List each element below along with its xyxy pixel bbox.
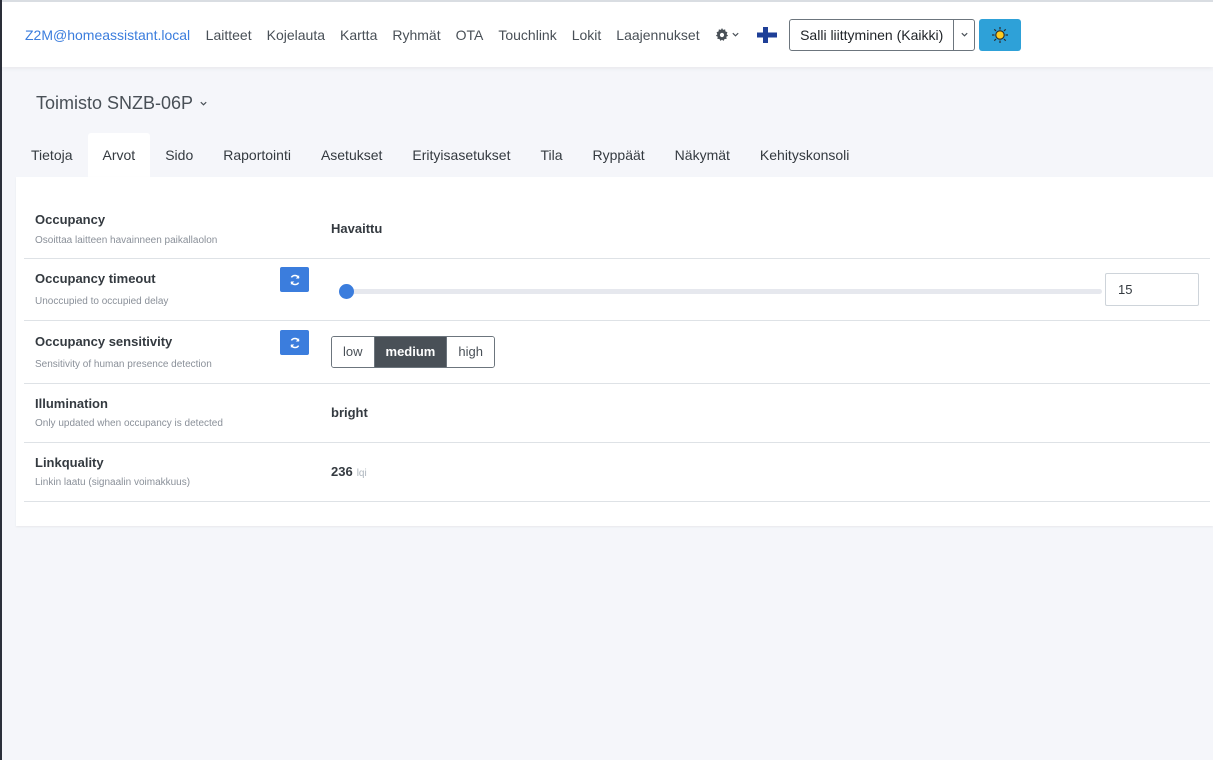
linkquality-value: 236 (331, 464, 353, 479)
device-selector[interactable]: Toimisto SNZB-06P (36, 93, 208, 114)
nav-link-dashboard[interactable]: Kojelauta (267, 27, 325, 43)
linkquality-unit: lqi (356, 468, 367, 479)
nav-link-map[interactable]: Kartta (340, 27, 377, 43)
nav-link-extensions[interactable]: Laajennukset (616, 27, 699, 43)
sensitivity-medium-button[interactable]: medium (373, 337, 447, 367)
exposes-card: Occupancy Osoittaa laitteen havainneen p… (16, 177, 1213, 526)
nav-link-logs[interactable]: Lokit (572, 27, 602, 43)
permit-join-dropdown[interactable] (953, 19, 974, 50)
device-tabs: Tietoja Arvot Sido Raportointi Asetukset… (16, 133, 864, 177)
gear-icon (715, 27, 729, 41)
sensitivity-high-button[interactable]: high (446, 337, 494, 367)
chevron-down-icon (961, 32, 968, 37)
expose-description: Unoccupied to occupied delay (35, 296, 169, 307)
tab-specific-settings[interactable]: Erityisasetukset (397, 133, 525, 177)
expose-description: Osoittaa laitteen havainneen paikallaolo… (35, 235, 218, 246)
language-selector[interactable] (757, 26, 778, 43)
expose-description: Only updated when occupancy is detected (35, 418, 223, 429)
tab-clusters[interactable]: Ryppäät (578, 133, 660, 177)
permit-join-control: Salli liittyminen (Kaikki) (789, 18, 976, 51)
linkquality-value-wrap: 236 lqi (331, 464, 367, 479)
nav-link-touchlink[interactable]: Touchlink (498, 27, 556, 43)
tab-exposes[interactable]: Arvot (87, 133, 151, 177)
settings-dropdown[interactable] (715, 27, 740, 42)
expose-name: Illumination (35, 396, 108, 411)
tab-state[interactable]: Tila (525, 133, 577, 177)
top-navbar: Z2M@homeassistant.local Laitteet Kojelau… (2, 0, 1213, 67)
expose-name: Occupancy sensitivity (35, 334, 173, 349)
expose-name: Linkquality (35, 455, 104, 470)
theme-toggle-button[interactable] (979, 18, 1022, 51)
expose-description: Sensitivity of human presence detection (35, 359, 212, 370)
occupancy-value: Havaittu (331, 221, 383, 236)
tab-bind[interactable]: Sido (150, 133, 208, 177)
occupancy-timeout-slider[interactable] (339, 284, 1102, 299)
refresh-icon (290, 337, 299, 348)
expose-row-linkquality: Linkquality Linkin laatu (signaalin voim… (24, 443, 1210, 502)
expose-row-occupancy-timeout: Occupancy timeout Unoccupied to occupied… (24, 259, 1210, 321)
permit-join-button[interactable]: Salli liittyminen (Kaikki) (790, 20, 953, 50)
refresh-icon (290, 274, 299, 285)
refresh-button[interactable] (280, 330, 309, 355)
chevron-down-icon (200, 101, 207, 106)
window-edge (0, 0, 2, 760)
sun-icon (992, 26, 1009, 43)
tab-scenes[interactable]: Näkymät (660, 133, 745, 177)
expose-row-occupancy: Occupancy Osoittaa laitteen havainneen p… (24, 199, 1210, 259)
nav-link-groups[interactable]: Ryhmät (392, 27, 440, 43)
refresh-button[interactable] (280, 267, 309, 292)
sensitivity-low-button[interactable]: low (332, 337, 374, 367)
slider-thumb[interactable] (339, 284, 354, 299)
occupancy-timeout-input[interactable] (1105, 273, 1199, 306)
expose-name: Occupancy timeout (35, 271, 156, 286)
tab-info[interactable]: Tietoja (16, 133, 88, 177)
sensitivity-button-group: low medium high (331, 336, 495, 368)
brand-link[interactable]: Z2M@homeassistant.local (25, 27, 190, 43)
tab-settings[interactable]: Asetukset (306, 133, 397, 177)
expose-description: Linkin laatu (signaalin voimakkuus) (35, 477, 191, 488)
nav-link-devices[interactable]: Laitteet (206, 27, 252, 43)
expose-name: Occupancy (35, 212, 106, 227)
device-title: Toimisto SNZB-06P (36, 93, 194, 113)
illumination-value: bright (331, 405, 368, 420)
expose-row-illumination: Illumination Only updated when occupancy… (24, 384, 1210, 443)
tab-dev-console[interactable]: Kehityskonsoli (745, 133, 865, 177)
expose-row-occupancy-sensitivity: Occupancy sensitivity Sensitivity of hum… (24, 321, 1210, 384)
finnish-flag-icon (757, 26, 778, 43)
chevron-down-icon (732, 32, 739, 37)
tab-reporting[interactable]: Raportointi (208, 133, 306, 177)
nav-link-ota[interactable]: OTA (456, 27, 484, 43)
